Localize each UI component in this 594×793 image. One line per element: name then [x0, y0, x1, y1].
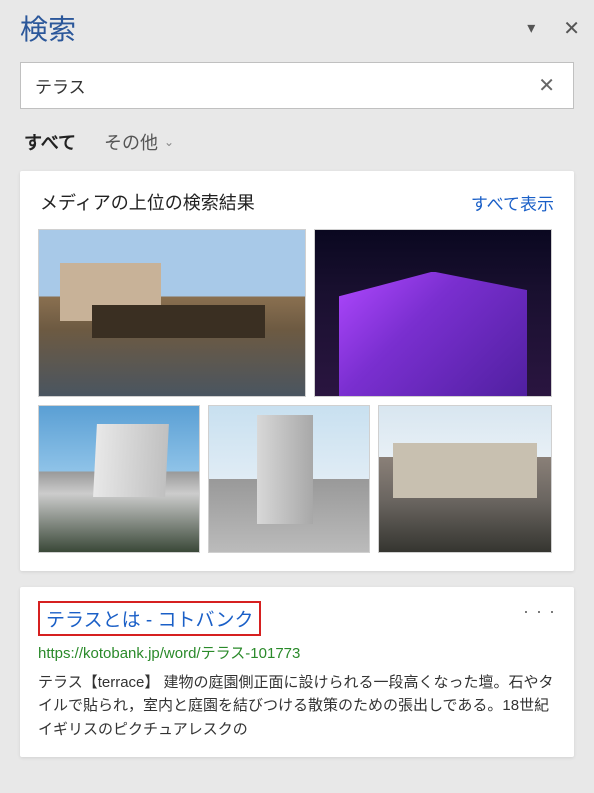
clear-icon[interactable]: ✕: [534, 73, 559, 98]
dropdown-icon[interactable]: ▾: [527, 18, 535, 38]
result-description: テラス【terrace】 建物の庭園側正面に設けられる一段高くなった壇。石やタイ…: [38, 671, 556, 741]
search-input[interactable]: [35, 76, 534, 96]
tab-other[interactable]: その他 ⌄: [104, 129, 174, 155]
result-title-link[interactable]: テラスとは - コトバンク: [38, 601, 261, 636]
tabs: すべて その他 ⌄: [0, 115, 594, 171]
media-thumbnail[interactable]: [314, 229, 552, 397]
tab-all[interactable]: すべて: [24, 129, 76, 155]
show-all-link[interactable]: すべて表示: [471, 190, 554, 215]
result-url: https://kotobank.jp/word/テラス-101773: [38, 642, 556, 663]
close-icon[interactable]: ✕: [563, 16, 580, 41]
chevron-down-icon: ⌄: [164, 135, 174, 149]
media-thumbnail[interactable]: [38, 405, 200, 553]
more-icon[interactable]: · · ·: [523, 601, 556, 622]
media-thumbnail[interactable]: [38, 229, 306, 397]
search-result: テラスとは - コトバンク · · · https://kotobank.jp/…: [20, 587, 574, 757]
panel-title: 検索: [20, 8, 76, 48]
media-card: メディアの上位の検索結果 すべて表示: [20, 171, 574, 571]
media-thumbnail[interactable]: [208, 405, 370, 553]
media-thumbnail[interactable]: [378, 405, 552, 553]
media-title: メディアの上位の検索結果: [40, 189, 255, 215]
search-box[interactable]: ✕: [20, 62, 574, 109]
tab-other-label: その他: [104, 129, 158, 155]
